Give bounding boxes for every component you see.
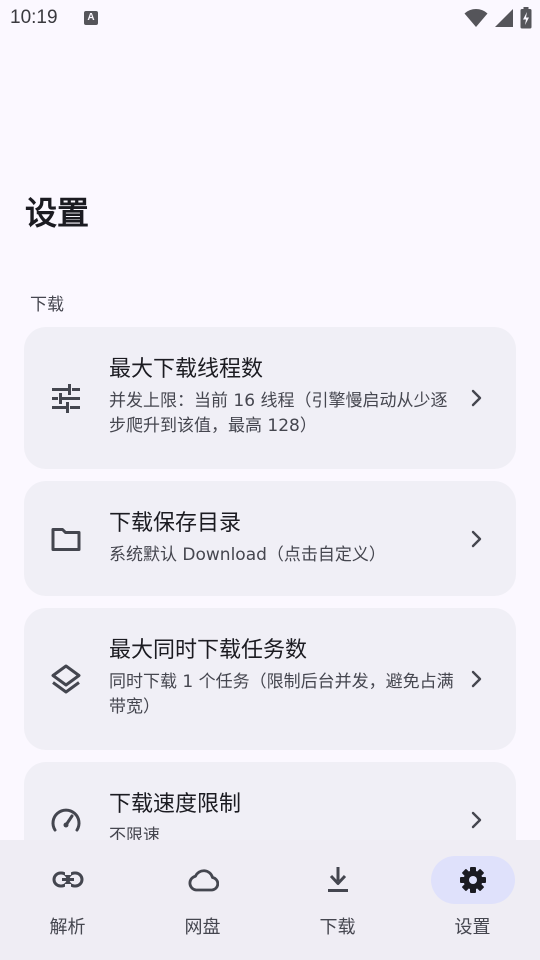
speedometer-icon <box>50 804 82 836</box>
sliders-icon <box>50 382 82 414</box>
nav-item-download[interactable]: 下载 <box>270 840 405 960</box>
setting-text: 最大同时下载任务数 同时下载 1 个任务（限制后台并发，避免占满带宽） <box>109 636 464 720</box>
chevron-right-icon <box>471 530 482 548</box>
setting-text: 下载保存目录 系统默认 Download（点击自定义） <box>109 509 464 568</box>
status-bar: 10:19 A <box>0 0 540 36</box>
nav-label: 网盘 <box>184 917 221 938</box>
setting-subtitle: 同时下载 1 个任务（限制后台并发，避免占满带宽） <box>109 672 454 717</box>
setting-subtitle: 并发上限：当前 16 线程（引擎慢启动从少逐步爬升到该值，最高 128） <box>109 391 448 436</box>
download-icon <box>327 867 348 892</box>
nav-item-cloud-drive[interactable]: 网盘 <box>135 840 270 960</box>
setting-max-threads[interactable]: 最大下载线程数 并发上限：当前 16 线程（引擎慢启动从少逐步爬升到该值，最高 … <box>24 327 516 469</box>
battery-charging-icon <box>520 7 532 29</box>
status-time: 10:19 <box>10 7 58 28</box>
link-icon <box>52 871 83 888</box>
setting-title: 下载速度限制 <box>109 792 242 817</box>
chevron-right-icon <box>471 670 482 688</box>
setting-text: 最大下载线程数 并发上限：当前 16 线程（引擎慢启动从少逐步爬升到该值，最高 … <box>109 355 464 439</box>
section-label-download: 下载 <box>30 295 64 315</box>
nav-label: 下载 <box>319 917 356 938</box>
nav-label: 设置 <box>454 917 491 938</box>
setting-title: 下载保存目录 <box>109 511 242 536</box>
gear-icon <box>459 867 486 893</box>
setting-title: 最大同时下载任务数 <box>109 638 308 663</box>
cellular-signal-icon <box>495 9 513 27</box>
page-title: 设置 <box>25 194 90 232</box>
status-icons <box>464 7 532 29</box>
layers-icon <box>50 663 82 695</box>
nav-item-parse[interactable]: 解析 <box>0 840 135 960</box>
folder-icon <box>50 523 82 555</box>
cloud-icon <box>188 869 219 892</box>
setting-save-directory[interactable]: 下载保存目录 系统默认 Download（点击自定义） <box>24 481 516 596</box>
setting-subtitle: 系统默认 Download（点击自定义） <box>109 545 386 565</box>
setting-title: 最大下载线程数 <box>109 357 264 382</box>
chevron-right-icon <box>471 811 482 829</box>
wifi-icon <box>464 9 488 27</box>
nav-item-settings[interactable]: 设置 <box>405 840 540 960</box>
notification-app-icon: A <box>84 11 98 25</box>
nav-label: 解析 <box>49 917 86 938</box>
setting-max-concurrent-tasks[interactable]: 最大同时下载任务数 同时下载 1 个任务（限制后台并发，避免占满带宽） <box>24 608 516 750</box>
chevron-right-icon <box>471 389 482 407</box>
bottom-navigation: 解析 网盘 下载 设置 <box>0 840 540 960</box>
